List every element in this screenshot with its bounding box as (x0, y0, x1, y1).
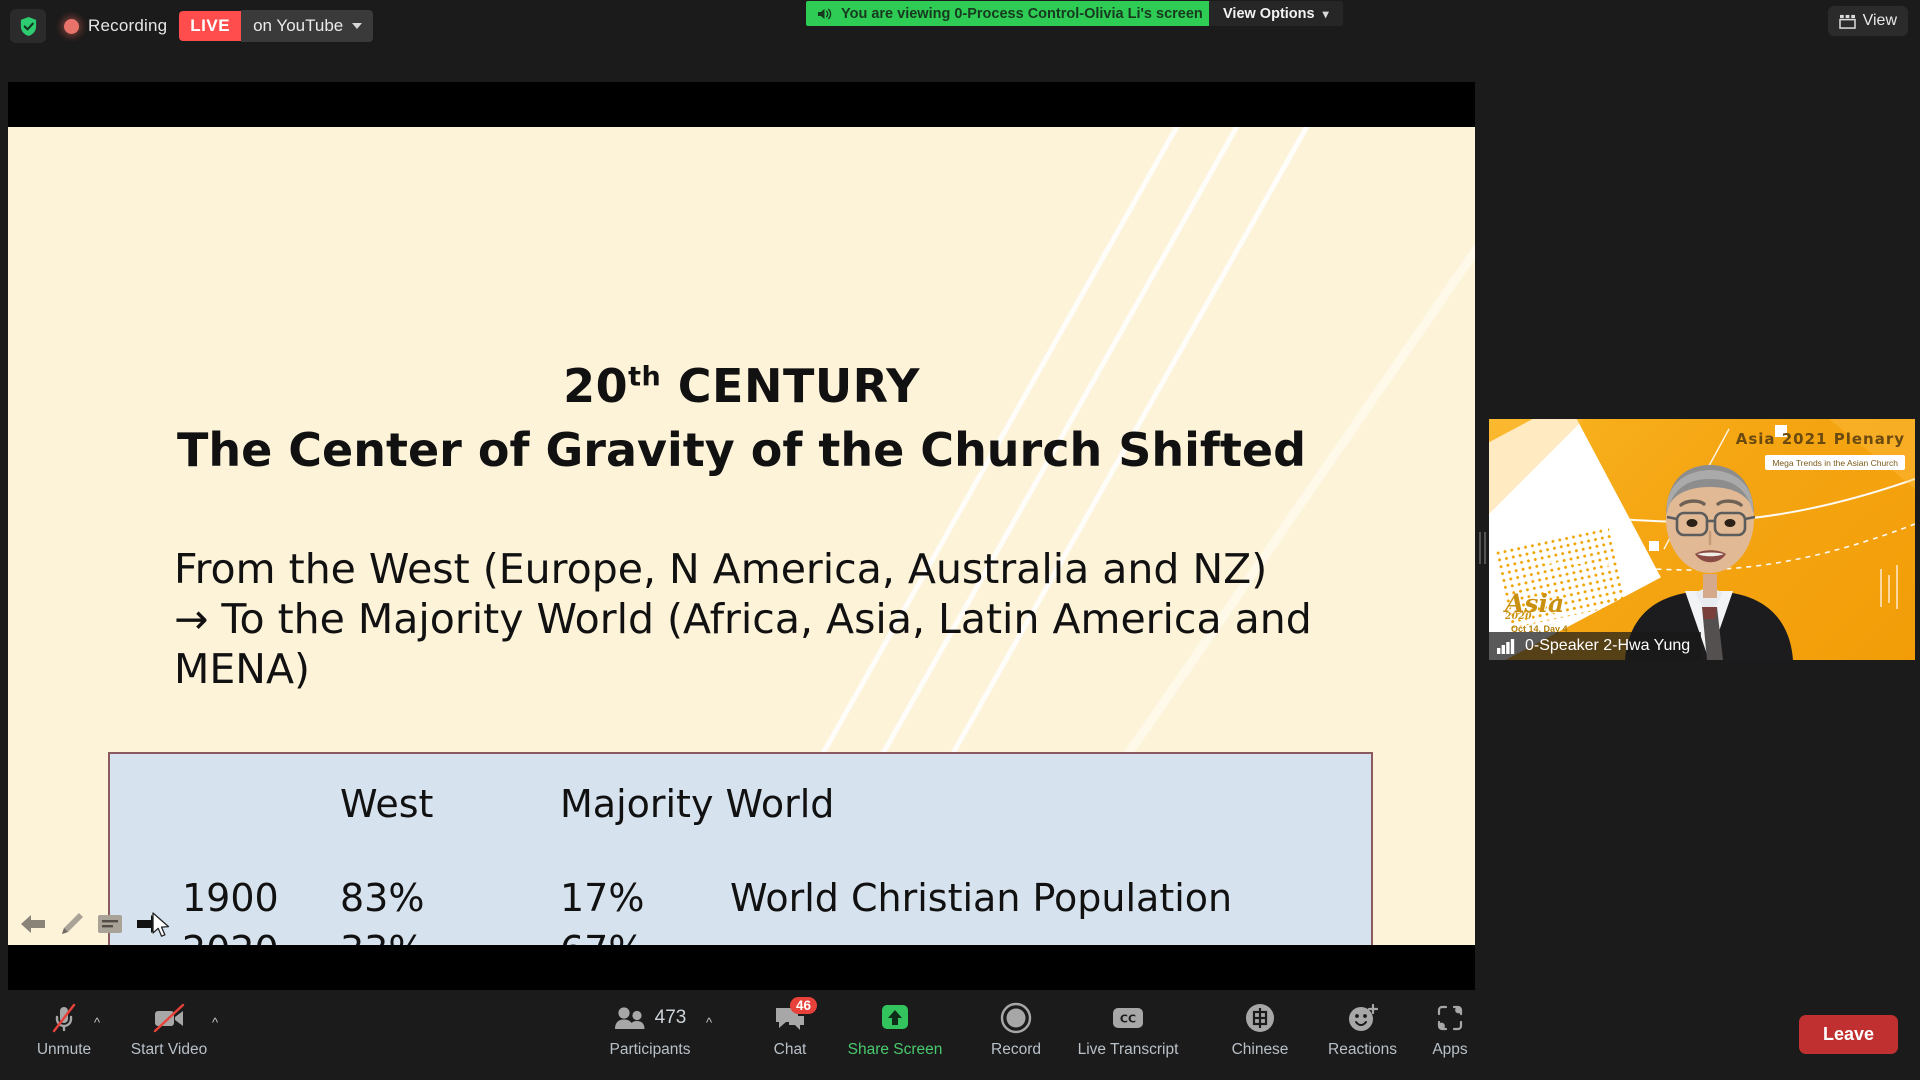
shared-screen-stage: 20th CENTURY The Center of Gravity of th… (8, 82, 1475, 990)
share-screen-button[interactable]: Share Screen (820, 999, 970, 1073)
view-options-label: View Options (1223, 5, 1315, 22)
record-dot-icon (54, 9, 88, 43)
title-century-number: 20 (563, 359, 629, 413)
title-century-word: CENTURY (661, 359, 920, 413)
recording-status-group: Recording LIVE on YouTube (10, 6, 374, 46)
table-header-majority-world: Majority World (560, 782, 835, 826)
grid-layout-icon (1838, 14, 1856, 29)
slide-title-line-1: 20th CENTURY (8, 359, 1475, 413)
share-screen-label: Share Screen (847, 1041, 943, 1058)
record-circle-icon (1000, 999, 1032, 1037)
apps-button[interactable]: Apps (1400, 999, 1500, 1073)
slide-body-line-1: From the West (Europe, N America, Austra… (174, 545, 1268, 593)
unmute-button[interactable]: Unmute (18, 999, 110, 1073)
audio-options-caret-icon[interactable]: ^ (94, 1016, 100, 1029)
zoom-meeting-window: Recording LIVE on YouTube You are viewin… (0, 0, 1920, 1080)
slide-annotation-toolbar (18, 910, 170, 938)
recording-label: Recording (88, 16, 168, 35)
meeting-controls-toolbar: Unmute ^ Start Video ^ 473 Participants … (0, 990, 1920, 1080)
apps-label: Apps (1432, 1041, 1468, 1058)
chat-bubble-icon: 46 (773, 997, 818, 1037)
record-label: Record (991, 1041, 1041, 1058)
start-video-label: Start Video (130, 1041, 208, 1058)
participants-button[interactable]: 473 Participants (590, 999, 710, 1073)
table-row-note: World Christian Population (730, 876, 1233, 920)
start-video-button[interactable]: Start Video (110, 999, 228, 1073)
chat-label: Chat (773, 1041, 807, 1058)
participants-options-caret-icon[interactable]: ^ (706, 1016, 712, 1029)
caret-down-icon (352, 23, 363, 29)
table-row: 17% (560, 876, 645, 920)
table-row: 83% (340, 876, 425, 920)
view-button-label: View (1862, 12, 1897, 29)
chinese-character-icon (1244, 999, 1276, 1037)
pencil-icon[interactable] (58, 910, 86, 938)
slide-body-text: From the West (Europe, N America, Austra… (174, 545, 1364, 697)
view-layout-button[interactable]: View (1827, 6, 1908, 36)
video-overlay-logo: Asia 2020 (1505, 591, 1564, 622)
presentation-slide[interactable]: 20th CENTURY The Center of Gravity of th… (8, 127, 1475, 945)
unmute-label: Unmute (36, 1041, 92, 1058)
participants-label: Participants (609, 1041, 691, 1058)
split-pane-handle[interactable] (1478, 530, 1486, 566)
leave-meeting-button[interactable]: Leave (1798, 1015, 1898, 1054)
table-row: 33% (340, 928, 424, 945)
svg-text:CC: CC (1120, 1013, 1136, 1026)
share-screen-up-arrow-icon (879, 999, 911, 1037)
live-badge: LIVE (179, 11, 242, 41)
slide-title-line-2: The Center of Gravity of the Church Shif… (176, 423, 1307, 477)
slide-body-line-2: → To the Majority World (Africa, Asia, L… (174, 594, 1312, 643)
video-camera-off-icon (149, 999, 189, 1037)
title-ordinal-suffix: th (628, 361, 662, 393)
microphone-muted-icon (46, 999, 82, 1037)
smiley-plus-icon (1346, 999, 1380, 1037)
live-transcript-label: Live Transcript (1077, 1041, 1179, 1058)
audio-bars-icon (1497, 639, 1515, 654)
viewing-banner-text: You are viewing 0-Process Control-Olivia… (841, 5, 1203, 22)
mouse-pointer-icon (152, 912, 170, 937)
table-row: 2020 (182, 928, 279, 945)
view-options-button[interactable]: View Options ▾ (1209, 1, 1343, 26)
chinese-language-button[interactable]: Chinese (1205, 999, 1315, 1073)
live-transcript-button[interactable]: CC Live Transcript (1048, 999, 1208, 1073)
apps-grid-icon (1434, 999, 1466, 1037)
chinese-label: Chinese (1231, 1041, 1289, 1058)
table-row: 67% (560, 928, 644, 945)
statistics-table-box: West Majority World 1900 83% 17% World C… (108, 752, 1373, 945)
participants-icon: 473 (614, 999, 687, 1037)
slide-body-line-3: MENA) (174, 644, 310, 693)
viewing-screen-banner: You are viewing 0-Process Control-Olivia… (806, 1, 1213, 26)
chevron-down-icon: ▾ (1322, 6, 1329, 21)
video-participant-name: 0-Speaker 2-Hwa Yung (1525, 637, 1691, 654)
speaker-portrait (1625, 465, 1793, 660)
closed-caption-icon: CC (1110, 999, 1146, 1037)
left-arrow-icon[interactable] (18, 911, 48, 937)
table-row: 1900 (182, 876, 279, 920)
participants-count: 473 (654, 1007, 687, 1028)
top-bar: Recording LIVE on YouTube You are viewin… (0, 0, 1920, 52)
speaker-icon (817, 8, 832, 19)
notes-icon[interactable] (96, 912, 124, 936)
platform-label: on YouTube (253, 16, 344, 35)
video-name-bar: 0-Speaker 2-Hwa Yung (1489, 632, 1702, 660)
speaker-video-thumbnail[interactable]: Asia 2021 Plenary Mega Trends in the Asi… (1489, 419, 1915, 660)
shield-check-icon[interactable] (10, 9, 46, 43)
reactions-label: Reactions (1328, 1041, 1397, 1058)
video-options-caret-icon[interactable]: ^ (212, 1016, 218, 1029)
chat-unread-badge: 46 (790, 997, 818, 1014)
table-header-west: West (340, 782, 434, 826)
streaming-platform-dropdown[interactable]: on YouTube (241, 10, 374, 42)
